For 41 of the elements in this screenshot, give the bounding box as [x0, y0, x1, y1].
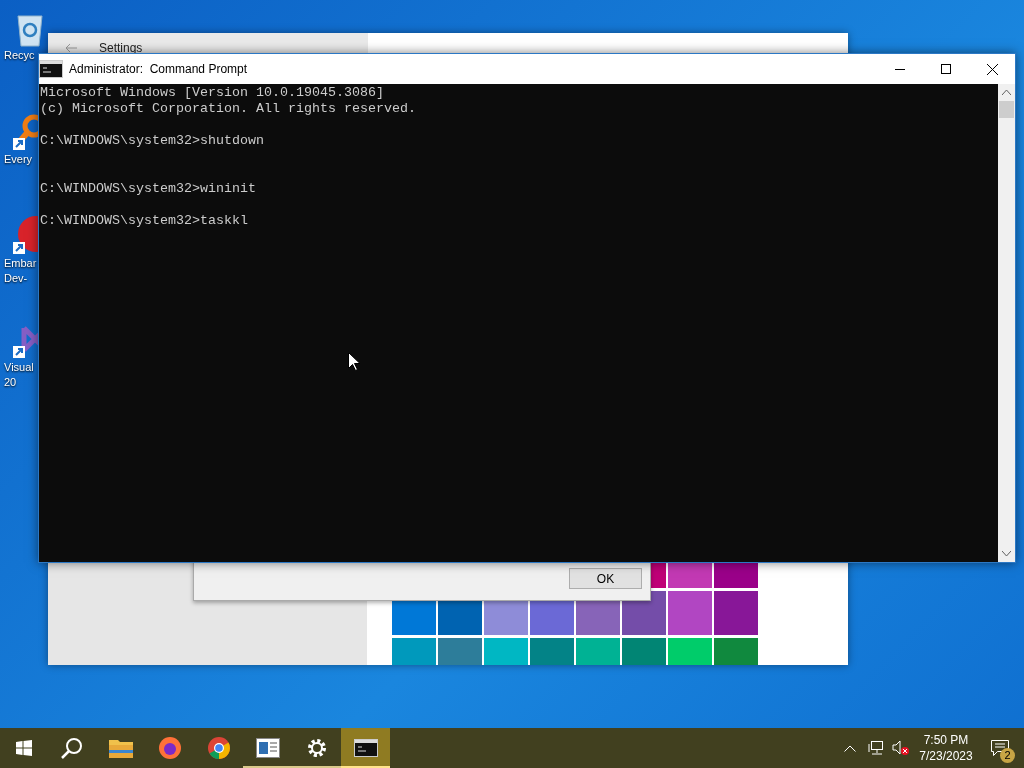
minimize-icon — [895, 68, 905, 70]
console-line: Microsoft Windows [Version 10.0.19045.3086] — [40, 85, 384, 101]
taskbar-app-button[interactable] — [341, 728, 390, 768]
console-line: (c) Microsoft Corporation. All rights reserved. — [40, 101, 416, 117]
back-arrow-icon[interactable] — [65, 43, 77, 53]
color-swatch[interactable] — [668, 563, 712, 588]
notifications-button[interactable]: 2 — [976, 728, 1024, 768]
clock-time[interactable]: 7:50 PM — [923, 732, 969, 748]
color-swatch[interactable] — [668, 591, 712, 635]
browser-icon — [206, 736, 231, 760]
console-icon — [353, 739, 378, 757]
clock-date[interactable]: 7/23/2023 — [919, 748, 973, 764]
chevron-up-icon[interactable] — [844, 744, 856, 752]
desktop-icon-label[interactable]: Visual — [4, 360, 34, 375]
color-swatch[interactable] — [714, 563, 758, 588]
settings-icon — [305, 737, 328, 759]
console-line: C:\WINDOWS\system32>wininit — [40, 181, 256, 197]
color-swatch[interactable] — [714, 591, 758, 635]
volume-muted-icon[interactable] — [892, 740, 910, 756]
network-icon[interactable] — [868, 741, 884, 755]
console-line: C:\WINDOWS\system32>shutdown — [40, 133, 264, 149]
window-title: Administrator: Command Prompt — [69, 61, 248, 78]
mouse-pointer-icon — [348, 352, 360, 371]
scrollbar-thumb[interactable] — [999, 101, 1014, 118]
browser-icon — [157, 736, 182, 760]
folder-icon — [108, 738, 133, 758]
desktop-icon-label[interactable]: Embar — [4, 256, 37, 271]
windows-logo-icon — [16, 740, 32, 756]
desktop-icon-label[interactable]: 20 — [4, 375, 17, 390]
console-line: C:\WINDOWS\system32>taskkl — [40, 213, 248, 229]
document-window-icon — [255, 738, 280, 758]
notification-count-badge: 2 — [1000, 748, 1015, 763]
close-icon — [986, 63, 998, 75]
ok-button[interactable]: OK — [569, 568, 642, 589]
window-title: Settings — [99, 40, 143, 57]
search-icon — [61, 737, 83, 759]
desktop-icon-label[interactable]: Every — [4, 152, 33, 167]
desktop-icon-label[interactable]: Dev- — [4, 271, 28, 286]
desktop-icon-label[interactable]: Recyc — [4, 48, 35, 63]
scrollbar[interactable] — [998, 84, 1015, 562]
maximize-icon — [941, 64, 951, 74]
